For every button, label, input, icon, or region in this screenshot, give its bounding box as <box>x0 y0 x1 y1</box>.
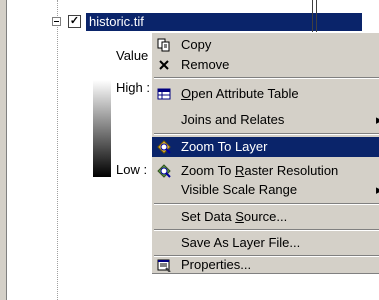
remove-icon <box>159 60 169 70</box>
context-menu: Copy Remove Open Attribute Table Joins a… <box>151 32 379 273</box>
menu-separator <box>154 203 379 205</box>
layer-name[interactable]: historic.tif <box>86 13 362 31</box>
menu-item-label: Zoom To Raster Resolution <box>181 163 339 178</box>
menu-item-visible-scale-range[interactable]: Visible Scale Range ▸ <box>152 180 379 200</box>
menu-separator <box>154 229 379 231</box>
menu-separator <box>154 77 379 79</box>
copy-icon <box>157 38 170 52</box>
menu-item-label: Save As Layer File... <box>181 235 301 250</box>
menu-item-copy[interactable]: Copy <box>152 35 379 55</box>
layer-visibility-checkbox[interactable]: ✓ <box>68 15 81 28</box>
zoom-raster-icon <box>157 164 171 178</box>
table-icon <box>157 88 171 100</box>
tree-connector <box>57 0 58 300</box>
panel-edge <box>0 0 7 300</box>
menu-item-zoom-to-layer[interactable]: Zoom To Layer <box>152 137 379 157</box>
legend-low-label: Low : <box>116 162 148 177</box>
menu-item-label: Zoom To Layer <box>181 139 268 154</box>
menu-item-label: Properties... <box>181 257 252 272</box>
menu-item-label: Remove <box>181 57 230 72</box>
properties-icon <box>157 259 171 272</box>
menu-item-label: Open Attribute Table <box>181 86 299 101</box>
legend-high-label: High : <box>116 80 150 95</box>
menu-item-label: Joins and Relates <box>181 112 285 127</box>
menu-item-properties[interactable]: Properties... <box>152 255 379 275</box>
menu-item-label: Set Data Source... <box>181 209 288 224</box>
menu-item-save-as-layer-file[interactable]: Save As Layer File... <box>152 233 379 253</box>
menu-separator <box>154 133 379 135</box>
menu-item-label: Visible Scale Range <box>181 182 298 197</box>
menu-item-set-data-source[interactable]: Set Data Source... <box>152 207 379 227</box>
zoom-layer-icon <box>157 140 171 154</box>
legend-value-label: Value <box>116 48 149 63</box>
menu-item-remove[interactable]: Remove <box>152 55 379 75</box>
menu-item-joins-relates[interactable]: Joins and Relates ▸ <box>152 110 379 130</box>
color-ramp <box>93 80 111 177</box>
collapse-icon[interactable] <box>52 17 61 26</box>
menu-item-zoom-raster-resolution[interactable]: Zoom To Raster Resolution <box>152 161 379 181</box>
menu-item-label: Copy <box>181 37 212 52</box>
menu-item-open-attribute-table[interactable]: Open Attribute Table <box>152 84 379 104</box>
